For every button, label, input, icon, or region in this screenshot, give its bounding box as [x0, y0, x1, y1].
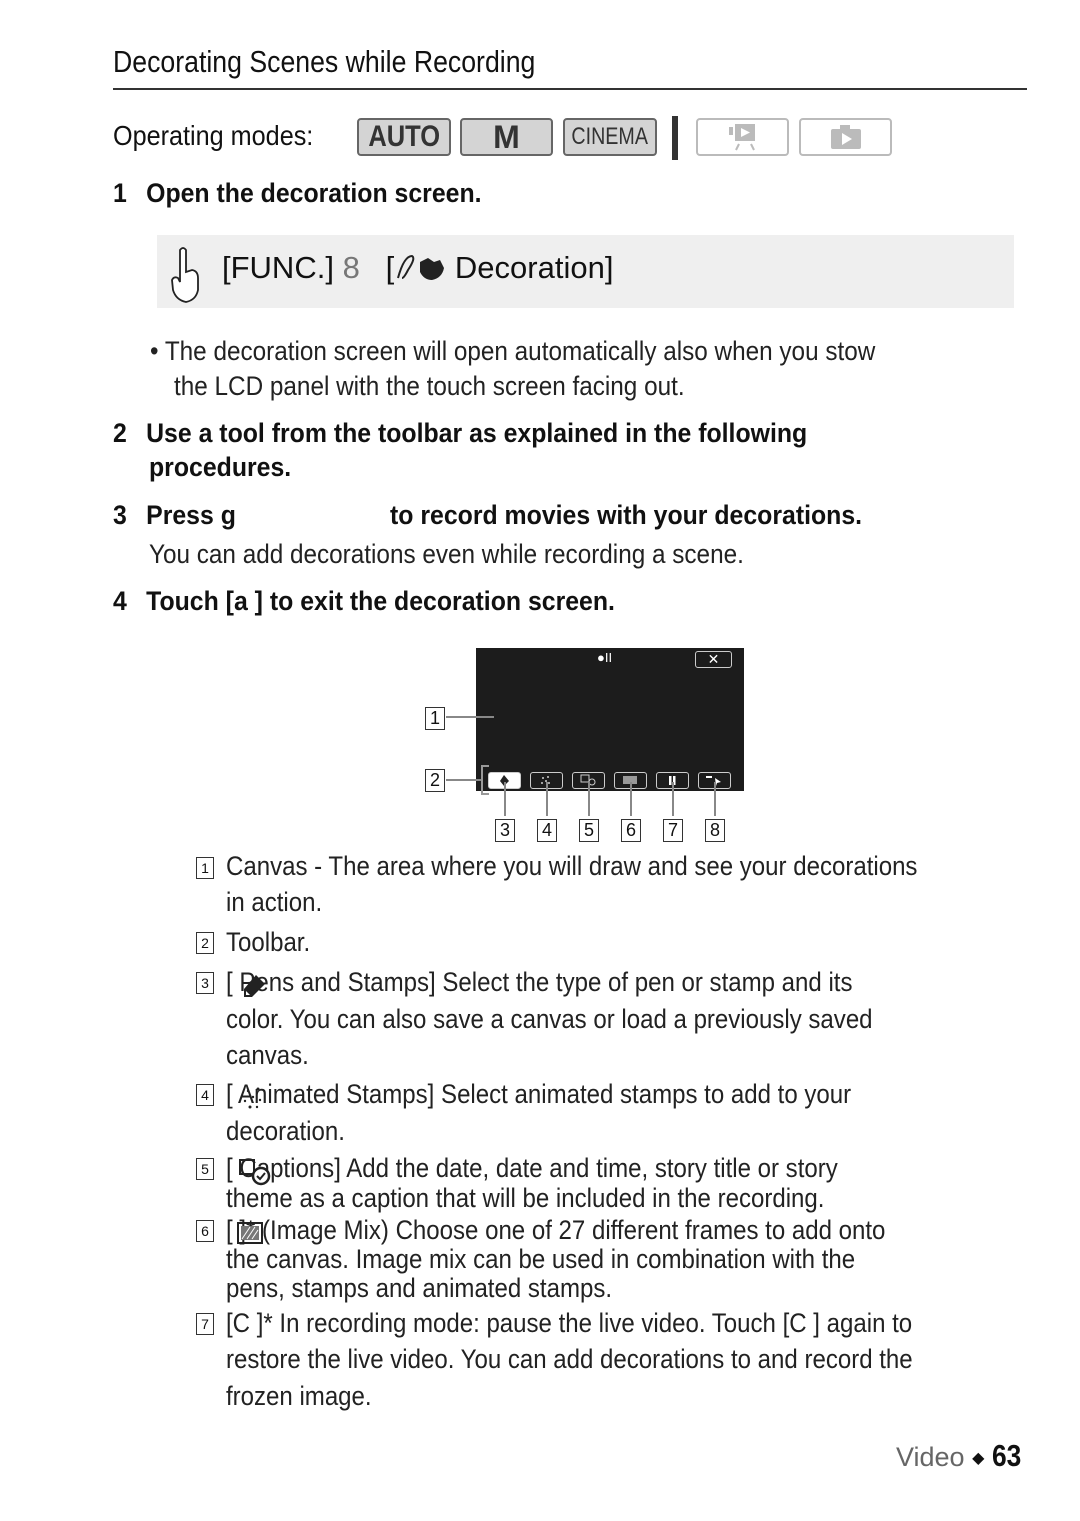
legend-1-line-1: Canvas - The area where you will draw an… [226, 851, 918, 881]
step-3-text-b: to record movies with your decorations. [390, 500, 863, 530]
menu-bracket: [ [385, 250, 395, 285]
callout-line-2 [446, 779, 481, 781]
callout-line-8 [714, 782, 716, 816]
legend-4-line-2: decoration. [226, 1116, 345, 1146]
step-text: Open the decoration screen. [146, 178, 482, 208]
step-text-a: Press g [146, 500, 236, 530]
legend-2-line-1: Toolbar. [226, 927, 311, 957]
bullet-line-1: The decoration screen will open automati… [164, 336, 876, 366]
legend-7-line-1: [C ]* In recording mode: pause the live … [226, 1308, 913, 1338]
callout-3: 3 [495, 819, 515, 842]
legend-3-line-1: [ Pens and Stamps] Select the type of pe… [226, 967, 853, 997]
callout-line-7 [672, 782, 674, 816]
title-rule [113, 88, 1027, 90]
step-number: 4 [113, 586, 127, 616]
legend-5-line-2: theme as a caption that will be included… [226, 1183, 825, 1213]
step-2: 2 Use a tool from the toolbar as explaine… [113, 418, 807, 449]
operating-modes-label: Operating modes: [113, 120, 314, 151]
legend-3-line-2: color. You can also save a canvas or loa… [226, 1004, 873, 1034]
touch-hand-icon [171, 247, 199, 303]
photo-playback-icon [830, 125, 861, 149]
mode-video-playback [696, 118, 789, 156]
mode-auto: AUTO [357, 118, 451, 156]
step-3: 3 Press g [113, 500, 236, 531]
legend-6-line-2: the canvas. Image mix can be used in com… [226, 1244, 856, 1274]
legend-number-6: 6 [196, 1220, 214, 1242]
func-button-label: [FUNC.] [222, 250, 334, 285]
callout-2: 2 [425, 769, 445, 792]
step-2-line-2: procedures. [149, 452, 292, 482]
step-number: 1 [113, 178, 127, 208]
mode-manual: M [460, 118, 553, 156]
legend-number-2: 2 [196, 932, 214, 954]
callout-8: 8 [705, 819, 725, 842]
legend-number-1: 1 [196, 857, 214, 879]
mode-cinema: CINEMA [563, 118, 657, 156]
legend-number-7: 7 [196, 1313, 214, 1335]
callout-line-4 [546, 782, 548, 816]
toolbar-bracket-top [481, 765, 489, 767]
toolbar-bracket [481, 765, 483, 795]
mode-manual-label: M [493, 118, 520, 155]
step-number: 2 [113, 418, 127, 448]
step-text: Touch [a ] to exit the decoration screen… [146, 586, 615, 616]
mode-photo-playback [799, 118, 892, 156]
page-number: 63 [991, 1438, 1022, 1473]
mode-separator [672, 116, 678, 160]
decoration-menu-label: Decoration] [454, 250, 614, 285]
arrow-glyph: 8 [342, 250, 360, 285]
step-text: Use a tool from the toolbar as explained… [146, 418, 808, 448]
bullet-line-2: the LCD panel with the touch screen faci… [174, 371, 685, 401]
legend-number-3: 3 [196, 972, 214, 994]
animated-stamp-icon [243, 1087, 262, 1109]
legend-7-line-2: restore the live video. You can add deco… [226, 1344, 913, 1374]
decoration-screen-diagram [476, 648, 744, 791]
mode-cinema-label: CINEMA [571, 123, 649, 150]
legend-6-line-1: [ ]* (Image Mix) Choose one of 27 differ… [226, 1215, 886, 1245]
step-3-subtext: You can add decorations even while recor… [149, 539, 744, 569]
callout-7: 7 [663, 819, 683, 842]
step-1: 1 Open the decoration screen. [113, 178, 482, 209]
callout-1: 1 [425, 707, 445, 730]
toolbar-bracket-bottom [481, 793, 489, 795]
footer-section: Video [896, 1442, 965, 1472]
legend-5-line-1: [ Captions] Add the date, date and time,… [226, 1153, 838, 1183]
recording-status-indicator: ●II [597, 650, 613, 665]
bullet-dot: • [150, 336, 159, 366]
legend-number-4: 4 [196, 1084, 214, 1106]
step-4: 4 Touch [a ] to exit the decoration scree… [113, 586, 615, 617]
diamond-icon: ◆ [972, 1450, 985, 1467]
page-footer: Video ◆ 63 [896, 1438, 1026, 1474]
callout-line-1 [446, 716, 494, 718]
bullet-note: • The decoration screen will open automa… [150, 336, 875, 367]
callout-6: 6 [621, 819, 641, 842]
decoration-icon [397, 254, 445, 280]
close-icon: ✕ [695, 651, 732, 668]
legend-7-line-3: frozen image. [226, 1381, 372, 1411]
legend-number-5: 5 [196, 1158, 214, 1180]
callout-line-6 [630, 782, 632, 816]
callout-5: 5 [579, 819, 599, 842]
legend-3-line-3: canvas. [226, 1040, 309, 1070]
callout-4: 4 [537, 819, 557, 842]
image-mix-icon [237, 1222, 263, 1244]
legend-6-line-3: pens, stamps and animated stamps. [226, 1273, 613, 1303]
video-playback-icon [728, 124, 755, 151]
pen-stamp-icon [244, 975, 265, 997]
legend-4-line-1: [ Animated Stamps] Select animated stamp… [226, 1079, 852, 1109]
func-path: [FUNC.] 8 [ Decoration] [222, 250, 613, 286]
legend-1-line-2: in action. [226, 887, 323, 917]
callout-line-3 [504, 782, 506, 816]
page-title: Decorating Scenes while Recording [113, 44, 536, 79]
mode-auto-label: AUTO [368, 120, 440, 153]
step-number: 3 [113, 500, 127, 530]
callout-line-5 [588, 782, 590, 816]
